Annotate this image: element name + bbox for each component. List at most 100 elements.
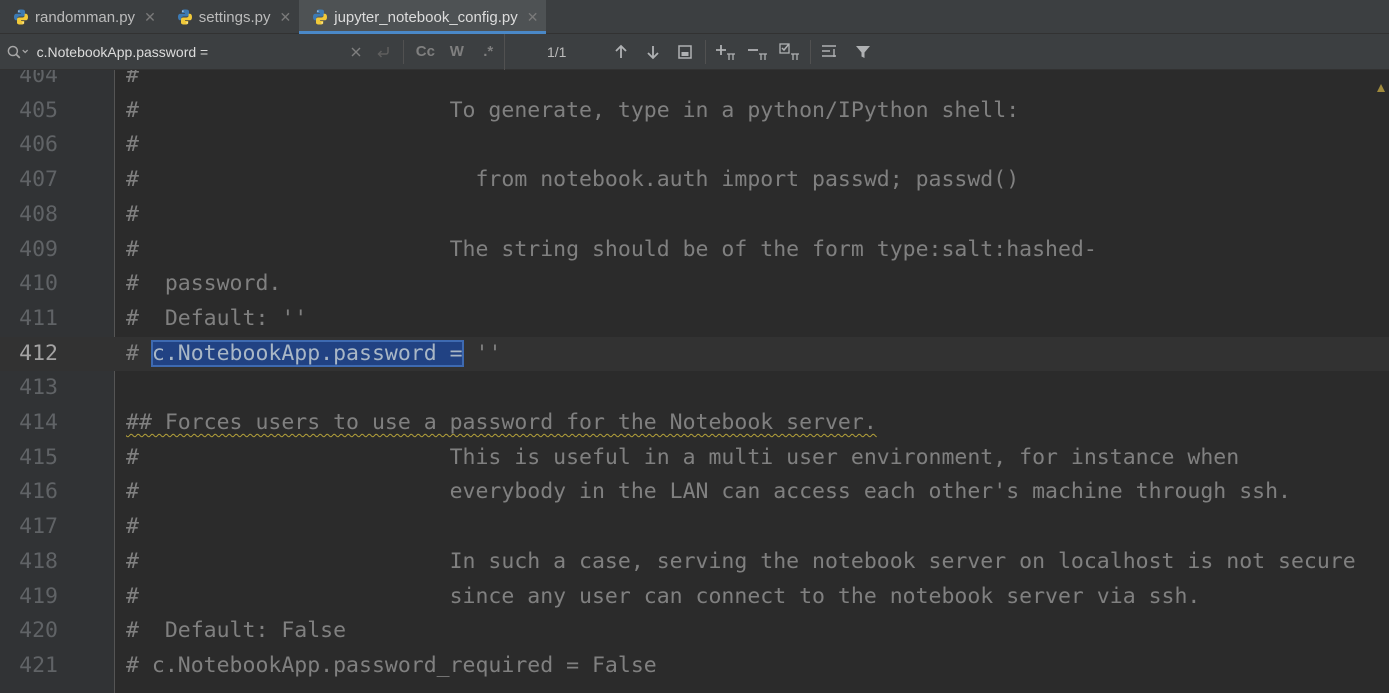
code-text: # — [126, 70, 139, 94]
code-text: # The string should be of the form type:… — [126, 233, 1097, 268]
code-text: # since any user can connect to the note… — [126, 580, 1200, 615]
code-line[interactable]: 421 # c.NotebookApp.password_required = F… — [0, 649, 1389, 684]
code-text: # To generate, type in a python/IPython … — [126, 94, 1019, 129]
line-number: 414 — [19, 410, 58, 435]
code-text: # password. — [126, 267, 281, 302]
code-line[interactable]: 404 # — [0, 70, 1389, 94]
code-text: # Default: '' — [126, 302, 307, 337]
code-text: # c.NotebookApp.password_required = Fals… — [126, 649, 657, 684]
code-line[interactable]: 410 # password. — [0, 267, 1389, 302]
code-text-content: # The string should be of the form type:… — [126, 236, 1097, 262]
python-file-icon — [177, 9, 192, 25]
tab-randomman[interactable]: randomman.py ✕ — [0, 0, 164, 34]
tab-settings[interactable]: settings.py ✕ — [164, 0, 299, 34]
code-line[interactable]: 408 # — [0, 198, 1389, 233]
code-text-content: # from notebook.auth import passwd; pass… — [126, 167, 1020, 193]
filter-icon — [856, 45, 870, 58]
code-text-prefix: # — [126, 340, 152, 366]
code-text-content: # Default: '' — [126, 305, 308, 331]
code-text: # — [126, 510, 139, 545]
code-text-content: # In such a case, serving the notebook s… — [126, 548, 1356, 574]
code-text-content: # — [126, 201, 139, 227]
code-editor[interactable]: 404 #405 # To generate, type in a python/I… — [0, 70, 1389, 693]
in-selection-icon — [822, 44, 836, 57]
code-text-content: # To generate, type in a python/IPython … — [126, 97, 1020, 123]
code-text: ## Forces users to use a password for th… — [126, 406, 877, 441]
code-line[interactable]: 412 # c.NotebookApp.password = '' — [0, 336, 1389, 372]
multiline-icon[interactable] — [369, 45, 397, 59]
code-line[interactable]: 411 # Default: '' — [0, 302, 1389, 337]
code-text-content: # — [126, 70, 139, 88]
show-in-find-window-button[interactable] — [669, 38, 701, 66]
code-text: # — [126, 198, 139, 233]
close-icon[interactable]: ✕ — [144, 10, 156, 24]
unselect-occurrence-button[interactable] — [742, 38, 774, 66]
code-line[interactable]: 420 # Default: False — [0, 614, 1389, 649]
line-number: 412 — [19, 340, 58, 366]
arrow-down-icon — [647, 45, 659, 59]
whole-words-toggle[interactable]: W — [441, 43, 472, 60]
tab-jupyter-notebook-config[interactable]: jupyter_notebook_config.py ✕ — [299, 0, 547, 34]
match-count: 1/1 — [547, 43, 567, 60]
tab-label: randomman.py — [35, 8, 136, 26]
line-number: 416 — [19, 479, 58, 505]
search-field[interactable]: c.NotebookApp.password = Cc W .* — [0, 33, 505, 70]
code-line[interactable]: 416 # everybody in the LAN can access eac… — [0, 475, 1389, 510]
remove-occurrence-icon — [748, 48, 767, 60]
code-text-content: # c.NotebookApp.password_required = Fals… — [126, 652, 657, 678]
line-number: 411 — [19, 305, 58, 331]
code-text-suffix: '' — [462, 340, 502, 366]
line-number: 415 — [19, 444, 58, 470]
tab-label: settings.py — [198, 8, 271, 26]
code-text: # — [126, 128, 139, 163]
add-selection-next-button[interactable] — [710, 38, 742, 66]
code-line[interactable]: 419 # since any user can connect to the n… — [0, 580, 1389, 615]
code-line[interactable]: 405 # To generate, type in a python/IPyth… — [0, 94, 1389, 129]
clear-search-icon[interactable] — [343, 46, 369, 58]
line-number: 417 — [19, 514, 58, 540]
inspection-warning-marker[interactable] — [1377, 84, 1385, 92]
select-all-occurrences-icon — [779, 42, 799, 60]
python-file-icon — [313, 9, 328, 25]
code-text-content: # — [126, 132, 139, 158]
add-occurrence-icon — [716, 44, 735, 60]
filter-search-results-button[interactable] — [847, 38, 879, 66]
editor-tab-bar: randomman.py ✕ settings.py ✕ jupyter_not… — [0, 0, 1389, 34]
code-text-content: # everybody in the LAN can access each o… — [126, 479, 1291, 505]
code-text: # In such a case, serving the notebook s… — [126, 545, 1356, 580]
select-all-occurrences-button[interactable] — [774, 38, 806, 66]
next-occurrence-button[interactable] — [637, 38, 669, 66]
code-text-content: # since any user can connect to the note… — [126, 583, 1201, 609]
code-text-content: # — [126, 514, 139, 540]
code-line[interactable]: 406 # — [0, 128, 1389, 163]
code-text: # c.NotebookApp.password = '' — [126, 337, 501, 372]
search-input[interactable]: c.NotebookApp.password = — [37, 44, 344, 60]
regex-toggle[interactable]: .* — [473, 43, 504, 60]
code-line[interactable]: 415 # This is useful in a multi user envi… — [0, 441, 1389, 476]
code-text: # everybody in the LAN can access each o… — [126, 475, 1291, 510]
line-number: 404 — [19, 70, 58, 88]
find-window-icon — [678, 44, 692, 59]
code-text: # Default: False — [126, 614, 346, 649]
line-number: 421 — [19, 652, 58, 678]
code-line[interactable]: 414 ## Forces users to use a password for… — [0, 406, 1389, 441]
code-line[interactable]: 407 # from notebook.auth import passwd; p… — [0, 163, 1389, 198]
code-line[interactable]: 417 # — [0, 510, 1389, 545]
line-number: 419 — [19, 583, 58, 609]
code-line[interactable]: 413 — [0, 371, 1389, 406]
code-line[interactable]: 418 # In such a case, serving the noteboo… — [0, 545, 1389, 580]
code-line[interactable]: 409 # The string should be of the form ty… — [0, 233, 1389, 268]
code-text-content: # password. — [126, 271, 282, 297]
code-text-warning: ## Forces users to use a password for th… — [126, 410, 877, 435]
close-icon[interactable]: ✕ — [280, 10, 292, 24]
python-file-icon — [14, 9, 28, 25]
search-in-selection-button[interactable] — [815, 38, 847, 66]
line-number: 418 — [19, 548, 58, 574]
previous-occurrence-button[interactable] — [605, 38, 637, 66]
line-number: 420 — [19, 618, 58, 644]
tab-label: jupyter_notebook_config.py — [334, 8, 518, 26]
match-case-toggle[interactable]: Cc — [410, 43, 441, 60]
line-number: 405 — [19, 97, 58, 123]
search-icon[interactable] — [6, 44, 30, 60]
close-icon[interactable]: ✕ — [527, 10, 539, 24]
